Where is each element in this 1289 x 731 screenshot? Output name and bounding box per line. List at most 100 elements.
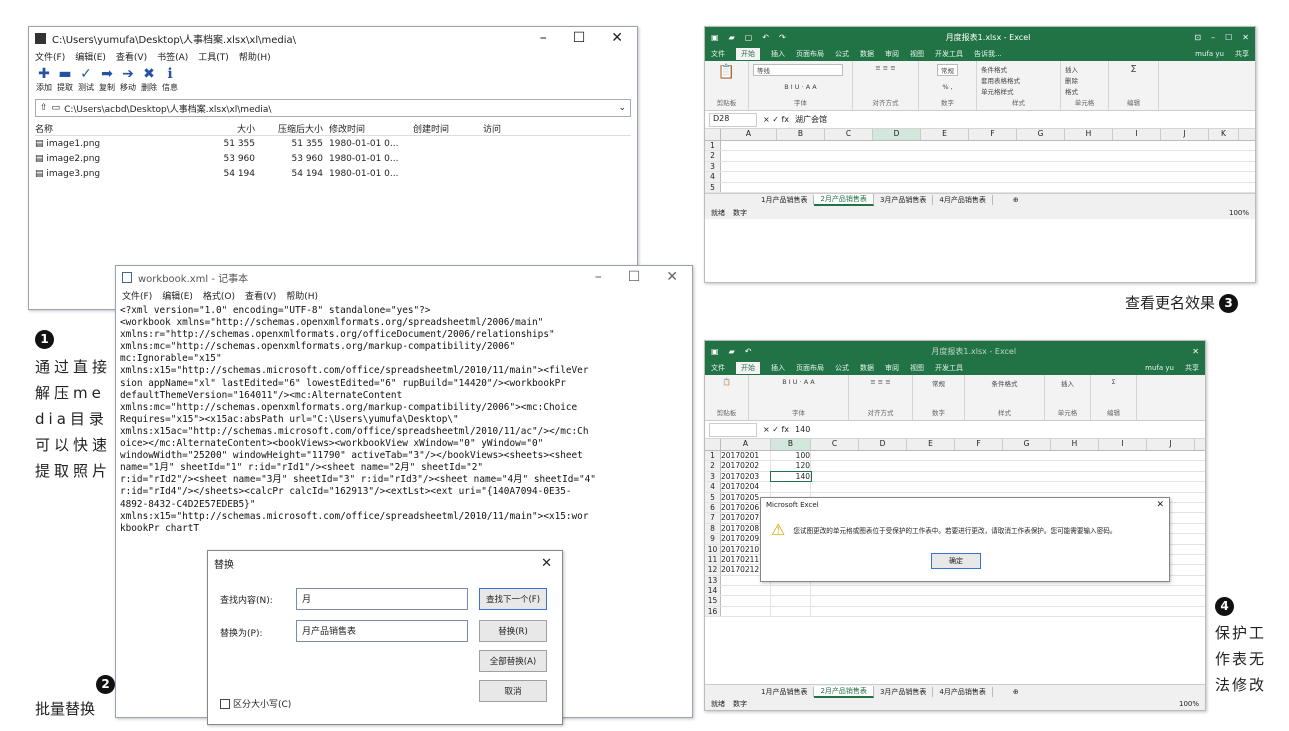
font-style-buttons[interactable]: B I U · A A: [784, 83, 816, 91]
align-icon[interactable]: ≡ ≡ ≡: [875, 64, 895, 72]
sum-icon[interactable]: Σ: [1111, 378, 1115, 386]
col-header[interactable]: F: [969, 129, 1017, 140]
close-icon[interactable]: ✕: [611, 30, 623, 46]
cell-style-button[interactable]: 单元格样式: [981, 86, 1014, 96]
conditional-format-button[interactable]: 条件格式: [981, 64, 1007, 74]
col-header[interactable]: I: [1113, 129, 1161, 140]
user-name[interactable]: mufa yu: [1145, 364, 1174, 372]
tab-home[interactable]: 开始: [736, 362, 760, 374]
menu-bookmarks[interactable]: 书签(A): [157, 50, 188, 63]
tab-formulas[interactable]: 公式: [835, 363, 849, 373]
tab-data[interactable]: 数据: [860, 49, 874, 59]
move-button[interactable]: ➔ 移动: [119, 66, 137, 93]
col-header[interactable]: E: [907, 439, 955, 450]
name-box[interactable]: D28: [709, 112, 757, 127]
conditional-format-button[interactable]: 条件格式: [992, 378, 1018, 388]
cell[interactable]: [771, 606, 811, 617]
cell[interactable]: [721, 596, 771, 606]
cell[interactable]: [771, 596, 811, 606]
col-header[interactable]: F: [955, 439, 1003, 450]
menu-file[interactable]: 文件(F): [122, 289, 152, 302]
folder-up-icon[interactable]: ⇧: [40, 103, 48, 113]
tab-developer[interactable]: 开发工具: [935, 363, 963, 373]
sheet-tab[interactable]: 1月产品销售表: [755, 686, 815, 697]
notepad-text-area[interactable]: <?xml version="1.0" encoding="UTF-8" sta…: [116, 303, 692, 537]
formula-input[interactable]: 湖广会馆: [795, 114, 827, 125]
undo-icon[interactable]: ↶: [745, 347, 752, 356]
zoom-level[interactable]: 100%: [1229, 209, 1255, 217]
save-icon[interactable]: ▣: [711, 33, 719, 42]
menu-edit[interactable]: 编辑(E): [162, 289, 193, 302]
add-sheet-icon[interactable]: ⊕: [993, 688, 1019, 696]
close-icon[interactable]: ✕: [666, 269, 678, 285]
col-header[interactable]: G: [1017, 129, 1065, 140]
find-input[interactable]: 月: [296, 588, 468, 610]
font-style-buttons[interactable]: B I U · A A: [782, 378, 814, 386]
info-button[interactable]: ℹ 信息: [161, 66, 179, 93]
formula-input[interactable]: 140: [795, 425, 810, 434]
paste-icon[interactable]: 📋: [718, 64, 735, 80]
address-bar[interactable]: ⇧ ▭ C:\Users\acbd\Desktop\人事档案.xlsx\xl\med…: [35, 99, 631, 117]
sheet-tab[interactable]: 2月产品销售表: [814, 194, 874, 207]
delete-button[interactable]: 删除: [1065, 75, 1078, 85]
menu-view[interactable]: 查看(V): [116, 50, 147, 63]
close-icon[interactable]: ✕: [541, 556, 556, 571]
col-header[interactable]: J: [1161, 129, 1209, 140]
menu-format[interactable]: 格式(O): [203, 289, 235, 302]
minimize-icon[interactable]: –: [1211, 33, 1215, 42]
col-header[interactable]: H: [1051, 439, 1099, 450]
tab-page-layout[interactable]: 页面布局: [796, 363, 824, 373]
cell[interactable]: 140: [770, 470, 812, 483]
number-format-select[interactable]: 常规: [932, 378, 945, 388]
chevron-down-icon[interactable]: ⌄: [618, 103, 626, 113]
file-row[interactable]: ▤ image3.png 54 194 54 194 1980-01-01 0...: [35, 166, 631, 181]
cell[interactable]: [771, 586, 811, 596]
menu-help[interactable]: 帮助(H): [286, 289, 318, 302]
maximize-icon[interactable]: ☐: [1225, 33, 1232, 42]
cell[interactable]: 20170201: [721, 451, 771, 461]
cell[interactable]: 120: [771, 461, 811, 471]
replace-all-button[interactable]: 全部替换(A): [479, 650, 547, 672]
zoom-level[interactable]: 100%: [1179, 700, 1205, 708]
menu-view[interactable]: 查看(V): [245, 289, 276, 302]
paste-icon[interactable]: 📋: [722, 378, 730, 386]
maximize-icon[interactable]: ☐: [573, 30, 586, 46]
sheet-tab[interactable]: 2月产品销售表: [814, 685, 874, 698]
tab-insert[interactable]: 插入: [771, 363, 785, 373]
cell[interactable]: [721, 586, 771, 596]
tab-data[interactable]: 数据: [860, 363, 874, 373]
font-name-select[interactable]: 等线: [753, 64, 843, 76]
replace-button[interactable]: 替换(R): [479, 620, 547, 642]
col-header[interactable]: E: [921, 129, 969, 140]
table-format-button[interactable]: 套用表格格式: [981, 75, 1020, 85]
ok-button[interactable]: 确定: [931, 553, 981, 569]
extract-button[interactable]: ▬ 提取: [56, 66, 74, 93]
replace-input[interactable]: 月产品销售表: [296, 620, 468, 642]
delete-button[interactable]: ✖ 删除: [140, 66, 158, 93]
share-button[interactable]: 共享: [1235, 49, 1249, 59]
copy-button[interactable]: ➡ 复制: [98, 66, 116, 93]
col-header[interactable]: J: [1147, 439, 1195, 450]
sheet-tab[interactable]: 3月产品销售表: [874, 195, 934, 206]
find-next-button[interactable]: 查找下一个(F): [479, 588, 547, 610]
sheet-tab[interactable]: 4月产品销售表: [933, 195, 993, 206]
sheet-tab[interactable]: 4月产品销售表: [933, 686, 993, 697]
minimize-icon[interactable]: –: [540, 30, 547, 46]
col-size[interactable]: 大小: [195, 122, 255, 135]
col-header[interactable]: K: [1209, 129, 1239, 140]
menu-file[interactable]: 文件(F): [35, 50, 65, 63]
col-name[interactable]: 名称: [35, 122, 195, 135]
add-button[interactable]: ✚ 添加: [35, 66, 53, 93]
col-created[interactable]: 创建时间: [413, 122, 483, 135]
menu-edit[interactable]: 编辑(E): [75, 50, 106, 63]
minimize-icon[interactable]: –: [595, 269, 602, 285]
save-icon[interactable]: ▣: [711, 347, 719, 356]
match-case-checkbox[interactable]: 区分大小写(C): [220, 697, 291, 710]
sum-icon[interactable]: Σ: [1130, 64, 1136, 75]
test-button[interactable]: ✓ 测试: [77, 66, 95, 93]
sheet-tab[interactable]: 3月产品销售表: [874, 686, 934, 697]
worksheet-grid[interactable]: ABCDEFGHIJK 1 2 3 4 5: [705, 129, 1255, 193]
file-row[interactable]: ▤ image1.png 51 355 51 355 1980-01-01 0...: [35, 136, 631, 151]
tab-insert[interactable]: 插入: [771, 49, 785, 59]
folder-icon[interactable]: ▰: [729, 347, 735, 356]
